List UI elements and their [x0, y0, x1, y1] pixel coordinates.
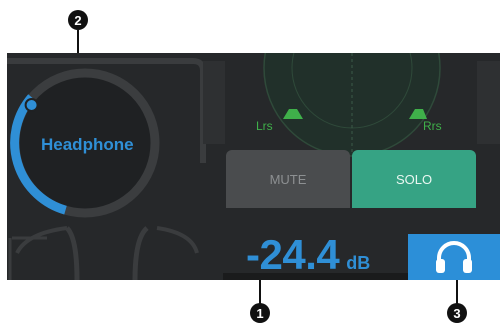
speaker-label-lrs: Lrs — [256, 119, 273, 133]
knob-label: Headphone — [41, 135, 134, 154]
frame-line — [65, 226, 149, 280]
level-unit: dB — [346, 253, 371, 273]
speaker-label-rrs: Rrs — [423, 119, 442, 133]
mute-button[interactable]: MUTE — [226, 150, 350, 208]
frame-line — [8, 236, 47, 280]
callout-1: 1 — [250, 303, 270, 323]
speaker-radar — [263, 53, 441, 157]
callout-2: 2 — [68, 10, 88, 30]
headphones-icon — [436, 241, 472, 273]
solo-button[interactable]: SOLO — [352, 150, 476, 208]
monitor-panel: Headphone Lrs Rrs MUTE SOLO -24.4 dB — [7, 53, 500, 280]
level-value: -24.4 — [246, 231, 340, 278]
callout-3: 3 — [447, 303, 467, 323]
knob-indicator-dot[interactable] — [24, 98, 39, 112]
level-readout: -24.4 dB — [246, 231, 370, 279]
frame-block — [203, 61, 225, 144]
frame-line — [15, 226, 199, 255]
callout-3-leader — [456, 280, 458, 304]
frame-block — [477, 61, 500, 144]
headphone-button[interactable] — [408, 234, 500, 280]
callout-1-leader — [259, 280, 261, 304]
